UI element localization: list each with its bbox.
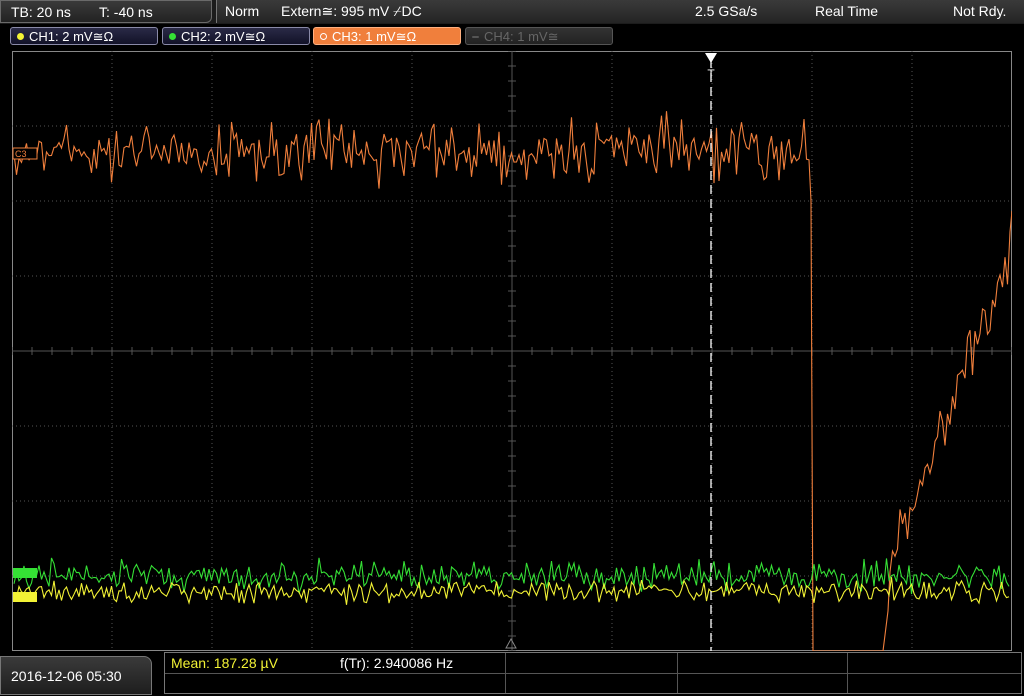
ch3-ref-label: C3 xyxy=(15,149,27,159)
mean-measurement: Mean: 187.28 µV xyxy=(171,655,278,671)
date-time: 2016-12-06 05:30 xyxy=(0,656,152,695)
trigger-source[interactable]: Extern≅: 995 mV ⌿DC xyxy=(281,3,422,20)
top-bar: TB: 20 ns T: -40 ns Norm Extern≅: 995 mV… xyxy=(0,0,1024,24)
channel-3-label: CH3: 1 mV≅Ω xyxy=(332,29,417,44)
channel-3-dot-icon xyxy=(320,33,327,40)
sample-rate: 2.5 GSa/s xyxy=(695,3,758,19)
channel-1-dot-icon xyxy=(17,33,24,40)
acquisition-mode: Real Time xyxy=(815,3,879,19)
channel-bar: CH1: 2 mV≅Ω CH2: 2 mV≅Ω CH3: 1 mV≅Ω CH4:… xyxy=(0,24,1024,50)
channel-3-button[interactable]: CH3: 1 mV≅Ω xyxy=(313,27,461,45)
trigger-mode[interactable]: Norm xyxy=(225,3,259,19)
measurement-divider xyxy=(677,653,678,693)
channel-2-button[interactable]: CH2: 2 mV≅Ω xyxy=(162,27,310,45)
channel-4-dash-icon xyxy=(472,36,479,38)
channel-2-label: CH2: 2 mV≅Ω xyxy=(181,29,266,44)
channel-4-button[interactable]: CH4: 1 mV≅ xyxy=(465,27,613,45)
ch1-ref-marker[interactable] xyxy=(13,592,37,602)
frequency-measurement: f(Tr): 2.940086 Hz xyxy=(340,655,454,671)
measurement-divider xyxy=(847,653,848,693)
acquisition-state: Not Rdy. xyxy=(953,3,1007,19)
ground-ref-icon xyxy=(505,637,517,649)
trigger-position-label: T: -40 ns xyxy=(99,4,153,20)
timebase-label: TB: 20 ns xyxy=(11,4,71,20)
channel-4-label: CH4: 1 mV≅ xyxy=(484,29,559,44)
trigger-arrow-icon[interactable] xyxy=(705,53,717,63)
measurement-panel[interactable]: Mean: 187.28 µV f(Tr): 2.940086 Hz xyxy=(164,652,1022,694)
measurement-divider xyxy=(165,673,1021,674)
graticule xyxy=(12,51,1012,651)
status-bar: Norm Extern≅: 995 mV ⌿DC 2.5 GSa/s Real … xyxy=(216,0,1024,23)
channel-1-button[interactable]: CH1: 2 mV≅Ω xyxy=(10,27,158,45)
channel-1-label: CH1: 2 mV≅Ω xyxy=(29,29,114,44)
waveform-display[interactable]: T C3 xyxy=(12,51,1012,651)
ch2-ref-marker[interactable] xyxy=(13,568,37,578)
measurement-divider xyxy=(505,653,506,693)
timebase-box[interactable]: TB: 20 ns T: -40 ns xyxy=(0,0,212,23)
channel-2-dot-icon xyxy=(169,33,176,40)
trigger-marker: T xyxy=(707,67,715,81)
